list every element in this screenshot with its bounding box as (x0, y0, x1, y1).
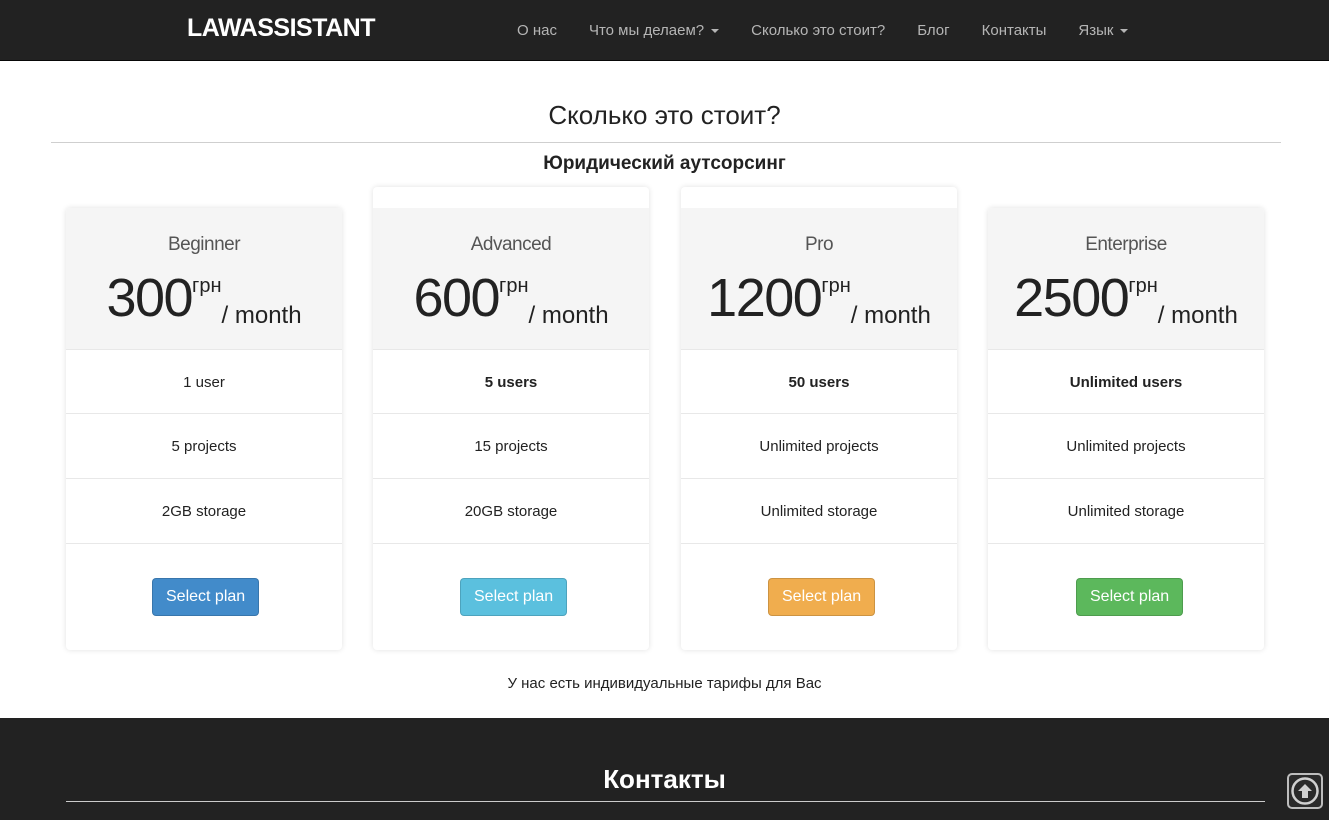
price-period: / month (850, 302, 931, 329)
nav-item-label: О нас (517, 22, 557, 39)
pricing-card-beginner: Beginner 300грн / month 1 user 5 projects… (66, 208, 342, 650)
contacts-section: Контакты (0, 718, 1329, 820)
nav-item-pricing[interactable]: Сколько это стоит? (735, 22, 901, 39)
select-plan-button[interactable]: Select plan (152, 578, 260, 616)
pricing-card-enterprise: Enterprise 2500грн / month Unlimited user… (988, 208, 1264, 650)
feature-users: 1 user (66, 349, 342, 414)
feature-users: 5 users (373, 349, 649, 414)
plan-name: Beginner (167, 234, 241, 255)
navbar: LAWASSISTANT О нас Что мы делаем? Скольк… (0, 0, 1329, 61)
nav-item-label: Блог (917, 22, 950, 39)
nav-item-blog[interactable]: Блог (901, 22, 965, 39)
individual-rates-note: У нас есть индивидуальные тарифы для Вас (507, 675, 822, 692)
scroll-to-top-button[interactable] (1287, 773, 1323, 809)
card-header: Advanced 600грн / month (373, 208, 649, 349)
price-currency: грн (192, 275, 222, 297)
feature-projects: Unlimited projects (681, 413, 957, 478)
nav-item-contacts[interactable]: Контакты (966, 22, 1063, 39)
brand-logo[interactable]: LAWASSISTANT (187, 14, 375, 43)
nav-item-label: Язык (1078, 22, 1114, 39)
price-period: / month (528, 302, 609, 329)
price-currency: грн (1128, 275, 1158, 297)
select-plan-button[interactable]: Select plan (1076, 578, 1184, 616)
nav-item-language[interactable]: Язык (1062, 22, 1144, 39)
price-period: / month (1157, 302, 1238, 329)
price-period: / month (221, 302, 302, 329)
card-header: Enterprise 2500грн / month (988, 208, 1264, 349)
nav-item-label: Сколько это стоит? (751, 22, 886, 39)
plan-name: Advanced (470, 234, 552, 255)
price-amount: 300 (106, 268, 193, 328)
nav-item-label: Что мы делаем? (588, 22, 705, 39)
feature-storage: 2GB storage (66, 478, 342, 543)
nav-item-about[interactable]: О нас (501, 22, 573, 39)
caret-down-icon (711, 28, 720, 33)
price-amount: 1200 (707, 268, 823, 328)
contacts-title: Контакты (603, 764, 726, 794)
select-plan-button[interactable]: Select plan (460, 578, 568, 616)
feature-storage: Unlimited storage (988, 478, 1264, 543)
feature-storage: Unlimited storage (681, 478, 957, 543)
feature-projects: Unlimited projects (988, 413, 1264, 478)
divider (51, 142, 1281, 143)
feature-storage: 20GB storage (373, 478, 649, 543)
nav-item-label: Контакты (981, 22, 1047, 39)
nav-menu: О нас Что мы делаем? Сколько это стоит? … (501, 0, 1144, 61)
price-amount: 2500 (1014, 268, 1130, 328)
plan-name: Enterprise (1085, 234, 1167, 255)
feature-users: 50 users (681, 349, 957, 414)
arrow-up-circle-icon (1291, 777, 1319, 805)
divider (66, 801, 1265, 802)
plan-name: Pro (804, 234, 834, 255)
card-header: Beginner 300грн / month (66, 208, 342, 349)
pricing-card-pro: Pro 1200грн / month 50 users Unlimited pr… (681, 187, 957, 650)
feature-projects: 5 projects (66, 413, 342, 478)
section-subtitle: Юридический аутсорсинг (543, 153, 786, 174)
nav-item-services[interactable]: Что мы делаем? (573, 22, 735, 39)
pricing-card-advanced: Advanced 600грн / month 5 users 15 projec… (373, 187, 649, 650)
price-currency: грн (499, 275, 529, 297)
feature-projects: 15 projects (373, 413, 649, 478)
price-currency: грн (821, 275, 851, 297)
price-amount: 600 (413, 268, 500, 328)
card-header: Pro 1200грн / month (681, 208, 957, 349)
feature-users: Unlimited users (988, 349, 1264, 414)
caret-down-icon (1120, 28, 1129, 33)
page-title: Сколько это стоит? (548, 100, 781, 130)
select-plan-button[interactable]: Select plan (768, 578, 876, 616)
